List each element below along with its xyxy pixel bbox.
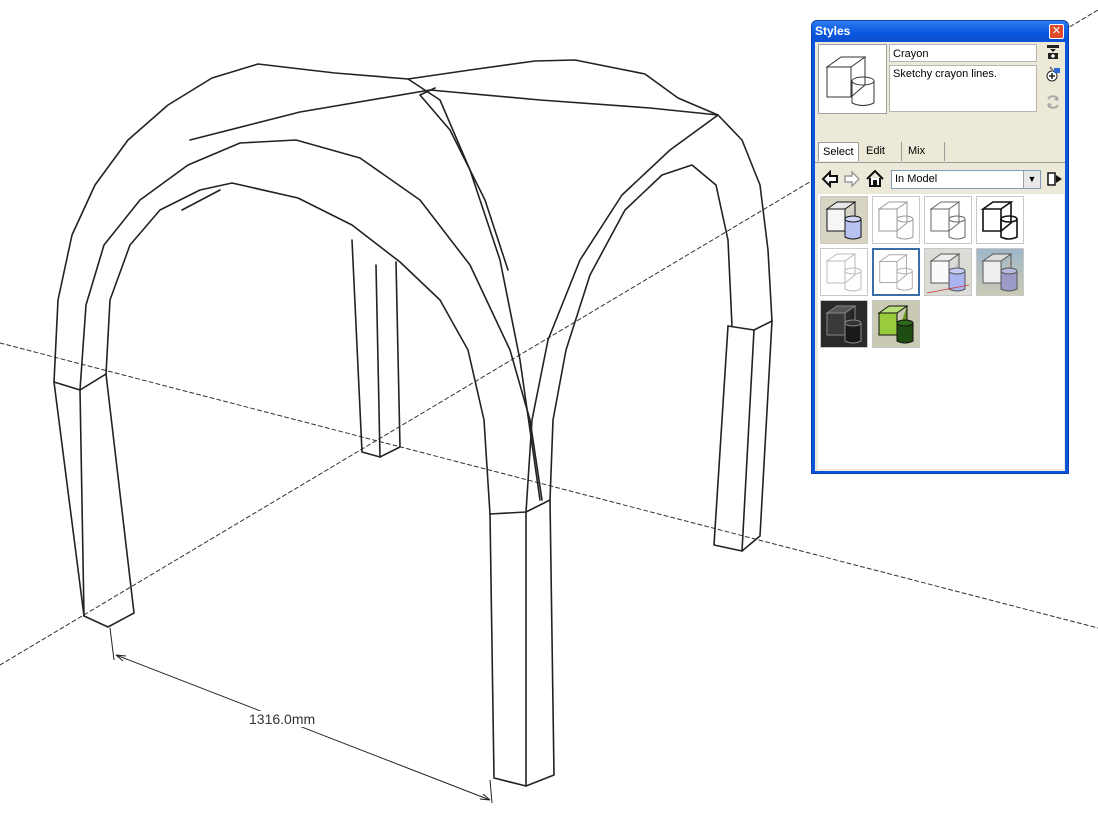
style-description-field[interactable]: Sketchy crayon lines. bbox=[889, 65, 1037, 112]
refresh-icon[interactable] bbox=[1045, 94, 1061, 110]
back-arrow-icon[interactable] bbox=[821, 170, 839, 188]
tab-divider bbox=[815, 162, 1065, 163]
swatch-shaded-sky[interactable] bbox=[976, 248, 1024, 296]
chevron-down-icon[interactable]: ▼ bbox=[1023, 171, 1040, 188]
pillar-right bbox=[713, 320, 773, 552]
swatch-crayon[interactable] bbox=[872, 248, 920, 296]
details-toggle-icon[interactable] bbox=[1045, 44, 1061, 60]
details-menu-icon[interactable] bbox=[1046, 170, 1064, 188]
collection-dropdown[interactable]: In Model ▼ bbox=[891, 170, 1041, 189]
style-swatch-grid bbox=[818, 194, 1064, 469]
forward-arrow-icon[interactable] bbox=[843, 170, 861, 188]
dialog-body: Crayon Sketchy crayon lines. Select Edit… bbox=[815, 42, 1065, 471]
arch-right-inner bbox=[549, 164, 733, 501]
tab-select[interactable]: Select bbox=[818, 142, 859, 161]
swatch-green[interactable] bbox=[872, 300, 920, 348]
arch-left-mid bbox=[79, 139, 543, 501]
arch-left-outer bbox=[53, 63, 409, 383]
collection-nav: In Model ▼ bbox=[818, 168, 1064, 190]
style-name-field[interactable]: Crayon bbox=[889, 44, 1037, 62]
styles-dialog: Styles ✕ Crayon Sketchy crayon lines. Se… bbox=[811, 20, 1069, 474]
dimension-label: 1316.0mm bbox=[248, 711, 317, 727]
close-icon[interactable]: ✕ bbox=[1049, 24, 1064, 39]
dialog-title[interactable]: Styles bbox=[812, 21, 1068, 41]
swatch-sketchy-3[interactable] bbox=[976, 196, 1024, 244]
arch-left-inner bbox=[105, 182, 491, 515]
swatch-dark[interactable] bbox=[820, 300, 868, 348]
home-icon[interactable] bbox=[866, 170, 884, 188]
pillar-front-center bbox=[489, 499, 555, 787]
swatch-sketchy-2[interactable] bbox=[924, 196, 972, 244]
tab-mix[interactable]: Mix bbox=[904, 142, 945, 161]
collection-dropdown-value: In Model bbox=[895, 173, 938, 185]
swatch-shaded-blue[interactable] bbox=[924, 248, 972, 296]
style-preview-thumbnail bbox=[818, 44, 887, 114]
arch-right-mid bbox=[525, 114, 719, 513]
swatch-sketchy-1[interactable] bbox=[872, 196, 920, 244]
swatch-default-shaded[interactable] bbox=[820, 196, 868, 244]
tab-edit[interactable]: Edit bbox=[862, 142, 902, 161]
pillar-back bbox=[351, 239, 401, 458]
swatch-light-sketch[interactable] bbox=[820, 248, 868, 296]
create-style-icon[interactable] bbox=[1045, 66, 1061, 82]
pillar-front-left bbox=[53, 373, 135, 628]
